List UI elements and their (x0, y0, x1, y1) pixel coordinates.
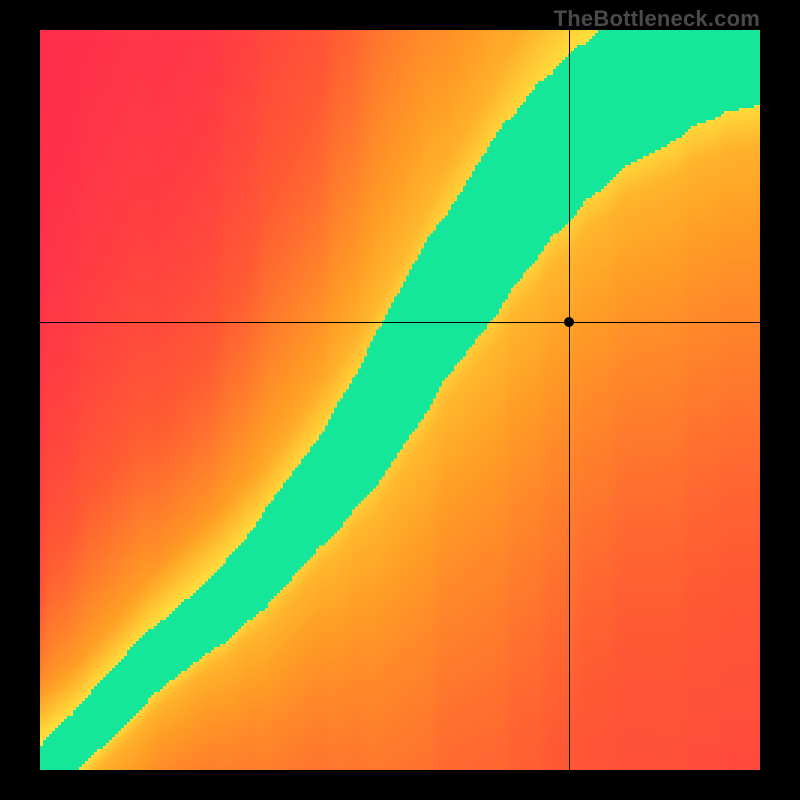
watermark-text: TheBottleneck.com (554, 6, 760, 32)
heatmap-plot (40, 30, 760, 770)
heatmap-canvas (40, 30, 760, 770)
chart-frame: TheBottleneck.com (0, 0, 800, 800)
